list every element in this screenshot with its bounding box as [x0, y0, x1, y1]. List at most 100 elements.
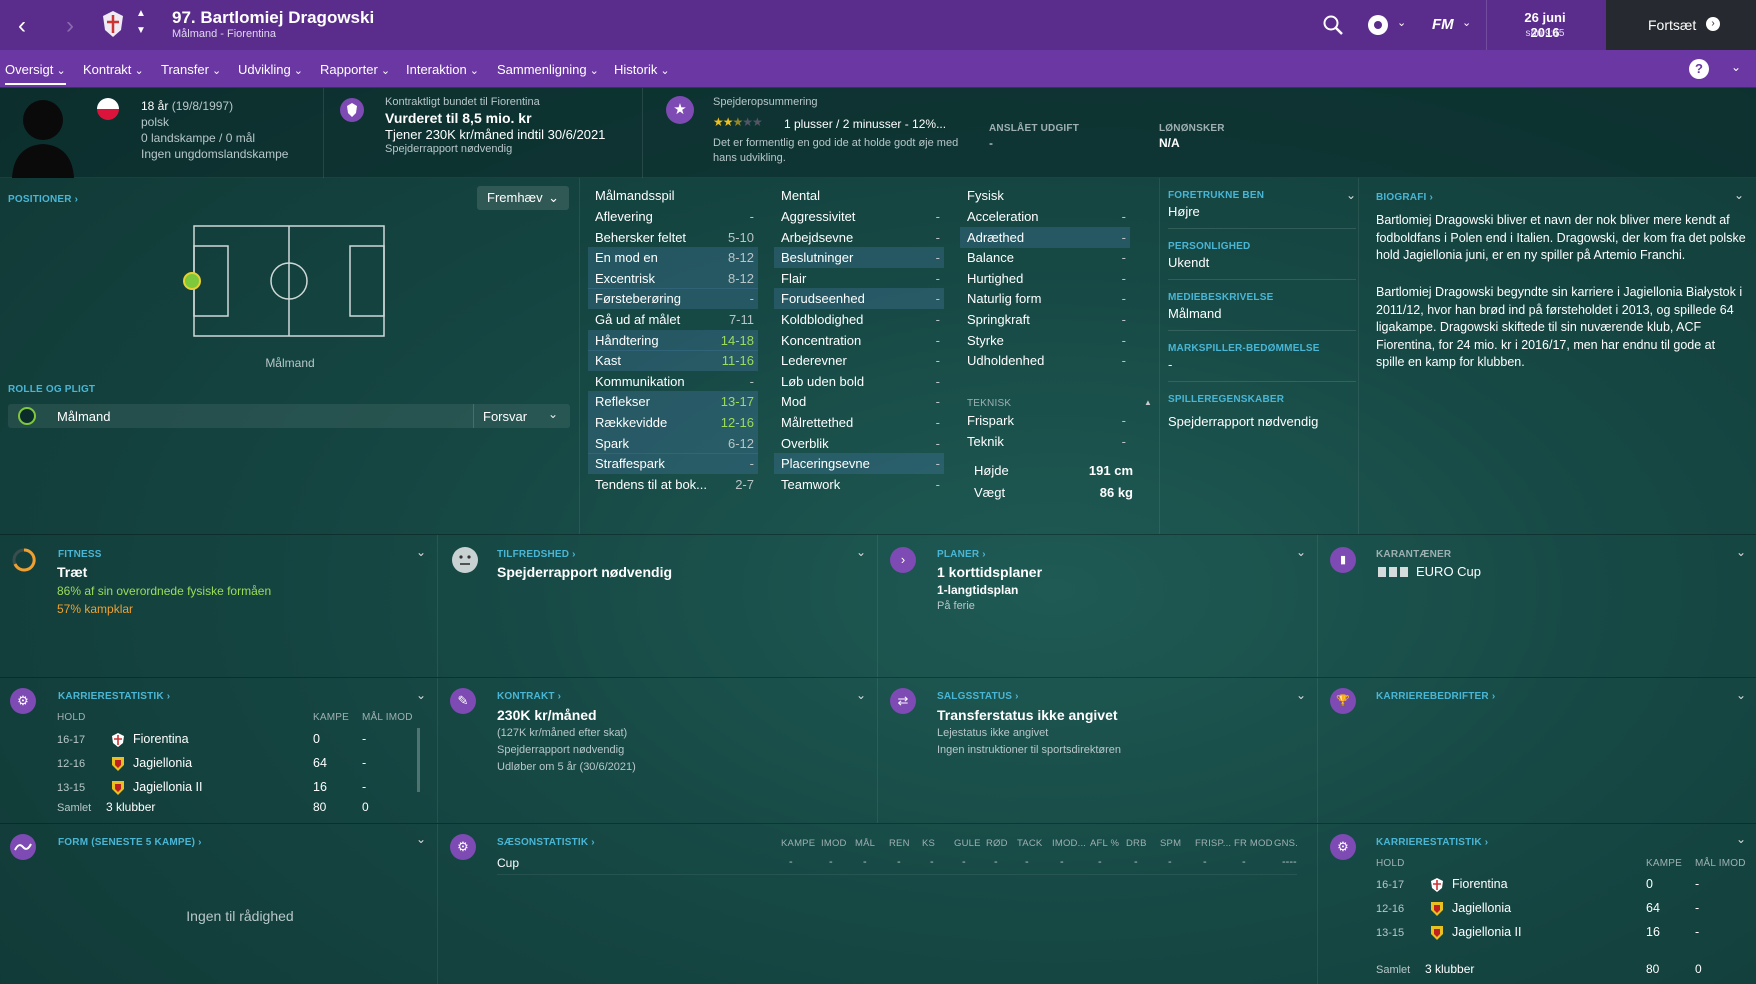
attribute-row[interactable]: Arbejdsevne -	[774, 227, 944, 248]
tab-reports[interactable]: Rapporter	[320, 62, 390, 77]
attribute-row[interactable]: Placeringsevne -	[774, 453, 944, 475]
attribute-row[interactable]: Acceleration -	[960, 206, 1130, 227]
attribute-row[interactable]: Kommunikation -	[588, 371, 758, 392]
attribute-row[interactable]: Behersker feltet 5-10	[588, 227, 758, 248]
attribute-row[interactable]: Førsteberøring -	[588, 288, 758, 310]
season-col-header[interactable]: GULE	[954, 838, 981, 849]
fm-chevron-icon[interactable]: ⌄	[1462, 16, 1471, 29]
season-col-header[interactable]: KAMPE	[781, 838, 815, 849]
biography-label[interactable]: BIOGRAFI ›	[1376, 192, 1433, 203]
attribute-row[interactable]: Spark 6-12	[588, 432, 758, 454]
chevron-down-icon[interactable]: ⌄	[856, 545, 866, 559]
attribute-row[interactable]: Koncentration -	[774, 330, 944, 351]
attribute-row[interactable]: Lederevner -	[774, 350, 944, 371]
season-col-header[interactable]: RØD	[986, 838, 1008, 849]
attribute-row[interactable]: Aggressivitet -	[774, 206, 944, 227]
attribute-row[interactable]: En mod en 8-12	[588, 247, 758, 269]
attribute-row[interactable]: Frispark -	[960, 410, 1130, 431]
career-club[interactable]: Fiorentina	[1452, 877, 1508, 891]
back-icon[interactable]: ‹	[18, 12, 26, 40]
attribute-row[interactable]: Målrettethed -	[774, 412, 944, 433]
season-col-header[interactable]: DRB	[1126, 838, 1147, 849]
season-col-header[interactable]: IMOD	[821, 838, 847, 849]
tab-comparison[interactable]: Sammenligning	[497, 62, 599, 77]
attribute-row[interactable]: Naturlig form -	[960, 288, 1130, 309]
attribute-row[interactable]: Hurtighed -	[960, 268, 1130, 289]
globe-icon[interactable]	[1367, 14, 1389, 36]
plans-label[interactable]: PLANER ›	[937, 549, 986, 560]
attribute-row[interactable]: Aflevering -	[588, 206, 758, 227]
chevron-down-icon[interactable]: ⌄	[1296, 688, 1306, 702]
sale-label[interactable]: SALGSSTATUS ›	[937, 691, 1019, 702]
tab-history[interactable]: Historik	[614, 62, 670, 77]
attribute-row[interactable]: Mod -	[774, 391, 944, 412]
season-label[interactable]: SÆSONSTATISTIK ›	[497, 837, 595, 848]
attribute-row[interactable]: Adræthed -	[960, 226, 1130, 248]
player-up-icon[interactable]: ▲	[136, 8, 146, 19]
form-label[interactable]: FORM (SENESTE 5 KAMPE) ›	[58, 837, 202, 848]
collapse-icon[interactable]: ▲	[1144, 398, 1152, 407]
chevron-down-icon[interactable]: ⌄	[548, 407, 558, 421]
globe-chevron-icon[interactable]: ⌄	[1397, 16, 1406, 29]
help-icon[interactable]: ?	[1689, 59, 1709, 79]
tab-interaction[interactable]: Interaktion	[406, 62, 479, 77]
attribute-row[interactable]: Excentrisk 8-12	[588, 267, 758, 289]
career-club[interactable]: Jagiellonia	[1452, 901, 1511, 915]
attribute-row[interactable]: Udholdenhed -	[960, 350, 1130, 371]
career-club[interactable]: Fiorentina	[133, 732, 189, 746]
role-selector[interactable]: Målmand Forsvar ⌄	[8, 404, 570, 428]
season-col-header[interactable]: IMOD...	[1052, 838, 1086, 849]
contract-label[interactable]: KONTRAKT ›	[497, 691, 561, 702]
tab-contract[interactable]: Kontrakt	[83, 62, 144, 77]
tab-development[interactable]: Udvikling	[238, 62, 303, 77]
scout-summary[interactable]: 1 plusser / 2 minusser - 12%...	[784, 117, 946, 131]
forward-icon[interactable]: ›	[66, 12, 74, 40]
achievements-label[interactable]: KARRIEREBEDRIFTER ›	[1376, 691, 1495, 702]
duty-dropdown[interactable]: Forsvar	[483, 409, 527, 424]
chevron-down-icon[interactable]: ⌄	[416, 832, 426, 846]
season-col-header[interactable]: FRISP...	[1195, 838, 1231, 849]
career2-label[interactable]: KARRIERESTATISTIK ›	[1376, 837, 1488, 848]
career-club[interactable]: Jagiellonia	[133, 756, 192, 770]
attribute-row[interactable]: Flair -	[774, 268, 944, 289]
continue-button[interactable]: Fortsæt ›	[1606, 0, 1756, 50]
career-label[interactable]: KARRIERESTATISTIK ›	[58, 691, 170, 702]
club-crest-icon[interactable]	[102, 10, 124, 38]
happiness-label[interactable]: TILFREDSHED ›	[497, 549, 576, 560]
season-col-header[interactable]: SPM	[1160, 838, 1181, 849]
chevron-down-icon[interactable]: ⌄	[1736, 688, 1746, 702]
attribute-row[interactable]: Reflekser 13-17	[588, 391, 758, 413]
attribute-row[interactable]: Gå ud af målet 7-11	[588, 309, 758, 330]
chevron-down-icon[interactable]: ⌄	[1734, 188, 1744, 202]
career-club[interactable]: Jagiellonia II	[133, 780, 203, 794]
season-col-header[interactable]: MÅL	[855, 838, 875, 849]
season-col-header[interactable]: FR MOD	[1234, 838, 1273, 849]
attribute-row[interactable]: Håndtering 14-18	[588, 329, 758, 351]
season-col-header[interactable]: TACK	[1017, 838, 1042, 849]
chevron-down-icon[interactable]: ⌄	[416, 545, 426, 559]
tab-overview[interactable]: Oversigt	[5, 62, 66, 85]
attribute-row[interactable]: Forudseenhed -	[774, 288, 944, 310]
season-col-header[interactable]: KS	[922, 838, 935, 849]
attribute-row[interactable]: Teknik -	[960, 431, 1130, 452]
attribute-row[interactable]: Beslutninger -	[774, 247, 944, 269]
scrollbar[interactable]	[417, 728, 420, 792]
chevron-down-icon[interactable]: ⌄	[1346, 188, 1356, 202]
career-club[interactable]: Jagiellonia II	[1452, 925, 1522, 939]
chevron-down-icon[interactable]: ⌄	[1736, 545, 1746, 559]
player-down-icon[interactable]: ▼	[136, 25, 146, 36]
attribute-row[interactable]: Teamwork -	[774, 474, 944, 495]
season-col-header[interactable]: AFL %	[1090, 838, 1119, 849]
chevron-down-icon[interactable]: ⌄	[416, 688, 426, 702]
attribute-row[interactable]: Balance -	[960, 247, 1130, 268]
tab-transfer[interactable]: Transfer	[161, 62, 221, 77]
search-icon[interactable]	[1322, 14, 1344, 36]
attribute-row[interactable]: Koldblodighed -	[774, 309, 944, 330]
attribute-row[interactable]: Rækkevidde 12-16	[588, 412, 758, 433]
attribute-row[interactable]: Straffespark -	[588, 453, 758, 475]
attribute-row[interactable]: Løb uden bold -	[774, 371, 944, 392]
attribute-row[interactable]: Styrke -	[960, 330, 1130, 351]
attribute-row[interactable]: Overblik -	[774, 433, 944, 454]
attribute-row[interactable]: Tendens til at bok... 2-7	[588, 474, 758, 495]
attribute-row[interactable]: Kast 11-16	[588, 350, 758, 372]
